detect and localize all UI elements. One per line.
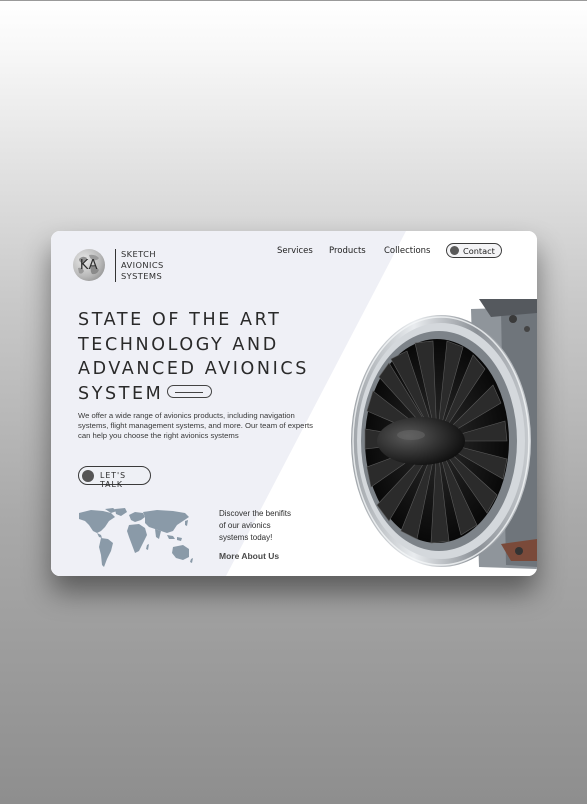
lets-talk-dot-icon bbox=[82, 469, 94, 482]
top-divider-line bbox=[0, 0, 587, 1]
hero-description: We offer a wide range of avionics produc… bbox=[78, 411, 313, 440]
dash-line bbox=[175, 391, 203, 393]
contact-dot-icon bbox=[450, 246, 459, 255]
headline-line: STATE OF THE ART bbox=[78, 310, 282, 330]
discover-line: of our avionics bbox=[219, 521, 271, 530]
nav-link-products[interactable]: Products bbox=[329, 246, 366, 256]
discover-text: Discover the benifits of our avionics sy… bbox=[219, 508, 309, 544]
contact-button[interactable]: Contact bbox=[446, 243, 502, 258]
brand-name-line: SYSTEMS bbox=[121, 271, 163, 281]
website-card: KA SKETCH AVIONICS SYSTEMS Services Prod… bbox=[51, 231, 537, 576]
headline-line: ADVANCED AVIONICS bbox=[78, 359, 309, 379]
world-map-icon bbox=[79, 508, 193, 567]
contact-label: Contact bbox=[463, 245, 495, 256]
lets-talk-button[interactable]: LET'S TALK bbox=[78, 466, 151, 489]
lets-talk-label: LET'S TALK bbox=[100, 471, 127, 489]
discover-line: systems today! bbox=[219, 533, 273, 542]
discover-line: Discover the benifits bbox=[219, 509, 292, 518]
jet-engine-image bbox=[351, 299, 537, 569]
decorative-dash-pill bbox=[167, 385, 212, 398]
nav-link-collections[interactable]: Collections bbox=[384, 246, 430, 256]
headline-line: TECHNOLOGY AND bbox=[78, 334, 279, 355]
more-about-us-link[interactable]: More About Us bbox=[219, 551, 279, 561]
top-navigation: Services Products Collections Contact bbox=[51, 243, 537, 263]
nav-link-services[interactable]: Services bbox=[277, 246, 313, 256]
